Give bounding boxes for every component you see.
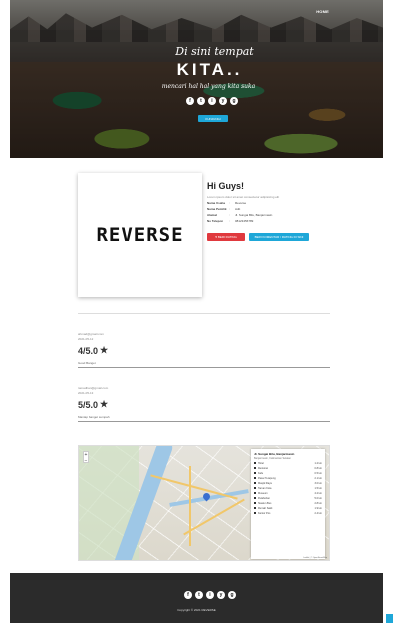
place-row[interactable]: Rumah Sakit 1.9 km <box>254 507 322 510</box>
map-road <box>189 466 191 546</box>
info-key: Nama Pemilik <box>207 207 227 211</box>
google-icon[interactable]: g <box>228 591 236 599</box>
footer: f t i y g Copyright © 2021 REVERSE <box>10 573 383 623</box>
panel-title: Jl. Sungai Bilu, Banjarmasin <box>254 452 295 456</box>
place-row[interactable]: Masjid Raya 3.0 km <box>254 482 322 485</box>
youtube-icon[interactable]: y <box>217 591 225 599</box>
rate-button[interactable]: ♥ BERI RATING <box>207 233 245 241</box>
hero-social-links: f t i y g <box>186 97 238 105</box>
info-value: Jl. Sungai Bilu, Banjarmasin <box>235 213 273 217</box>
info-key: No Telepon <box>207 219 224 223</box>
place-row[interactable]: Museum 4.2 km <box>254 492 322 495</box>
info-value: Adit <box>235 207 241 211</box>
instagram-icon[interactable]: i <box>206 591 214 599</box>
review-rating-value: 5/5.0 <box>78 399 99 410</box>
review-date: 2021-05-13 <box>78 391 94 395</box>
scroll-top-button[interactable] <box>386 614 393 623</box>
place-row[interactable]: Kantor Pos 2.4 km <box>254 512 322 515</box>
business-logo-card: REVERSE <box>78 173 202 297</box>
place-row[interactable]: Stasiun Bus 2.8 km <box>254 502 322 505</box>
place-row[interactable]: Kafe 0.5 km <box>254 472 322 475</box>
place-row[interactable]: Pelabuhan 5.0 km <box>254 497 322 500</box>
review-comment: Good Banget <box>78 361 330 368</box>
info-value: 08123456789 <box>235 219 254 223</box>
profile-actions: ♥ BERI RATING BERI KOMENTAR / RATING DI … <box>207 233 337 241</box>
twitter-icon[interactable]: t <box>195 591 203 599</box>
facebook-icon[interactable]: f <box>186 97 194 105</box>
zoom-out-button[interactable]: − <box>85 458 88 464</box>
star-icon: ★ <box>100 399 109 409</box>
review-comment: Mantap banget sumpah <box>78 415 330 422</box>
star-icon: ★ <box>100 345 109 355</box>
twitter-icon[interactable]: t <box>197 97 205 105</box>
nav-home-link[interactable]: HOME <box>316 9 329 14</box>
map-zoom-control: + − <box>83 451 89 464</box>
place-row[interactable]: Restoran 0.8 km <box>254 467 322 470</box>
review-item: ramadhan@gmail.com 2021-05-13 5/5.0 ★ Ma… <box>78 386 330 422</box>
review-rating: 4/5.0 ★ <box>78 345 330 356</box>
review-item: ahmad@gmail.com 2021-05-12 4/5.0 ★ Good … <box>78 332 330 368</box>
facebook-icon[interactable]: f <box>184 591 192 599</box>
hero-cta-button[interactable]: KUNJUNGI <box>198 115 228 122</box>
info-row: Nama Usaha : Reverse <box>207 201 337 205</box>
youtube-icon[interactable]: y <box>219 97 227 105</box>
panel-subtitle: Banjarmasin, Kalimantan Selatan <box>254 457 291 460</box>
location-map[interactable]: + − Jl. Sungai Bilu, Banjarmasin Banjarm… <box>78 445 330 561</box>
review-rating: 5/5.0 ★ <box>78 399 330 410</box>
map-places-panel: Jl. Sungai Bilu, Banjarmasin Banjarmasin… <box>251 449 325 559</box>
instagram-icon[interactable]: i <box>208 97 216 105</box>
profile-intro: Lorem ipsum dolor sit amet consectetur a… <box>207 195 280 199</box>
info-key: Alamat <box>207 213 218 217</box>
profile-heading: Hi Guys! <box>207 181 245 191</box>
google-icon[interactable]: g <box>230 97 238 105</box>
info-value: Reverse <box>235 201 247 205</box>
business-info: Hi Guys! Lorem ipsum dolor sit amet cons… <box>207 181 337 241</box>
review-date: 2021-05-12 <box>78 337 94 341</box>
section-divider <box>78 313 330 314</box>
info-key: Nama Usaha <box>207 201 226 205</box>
review-rating-value: 4/5.0 <box>78 345 99 356</box>
footer-social-links: f t i y g <box>184 591 236 599</box>
info-row: No Telepon : 08123456789 <box>207 219 337 223</box>
info-row: Nama Pemilik : Adit <box>207 207 337 211</box>
review-email: ramadhan@gmail.com <box>78 386 109 390</box>
copyright-text: Copyright © 2021 REVERSE <box>177 608 216 612</box>
hero-banner: HOME Di sini tempat KITA.. mencari hal h… <box>10 0 383 158</box>
review-email: ahmad@gmail.com <box>78 332 104 336</box>
business-logo: REVERSE <box>96 224 184 246</box>
hero-line-1: Di sini tempat <box>175 45 254 58</box>
place-row[interactable]: Pasar Terapung 2.1 km <box>254 477 322 480</box>
hero-title: KITA.. <box>176 60 243 79</box>
comment-button[interactable]: BERI KOMENTAR / RATING DI SINI <box>249 233 309 241</box>
place-row[interactable]: Taman Kota 1.5 km <box>254 487 322 490</box>
map-attribution[interactable]: Leaflet | © OpenStreetMap <box>303 557 327 559</box>
place-row[interactable]: Hotel 1.2 km <box>254 462 322 465</box>
hero-tagline: mencari hal hal yang kita suka <box>161 83 256 90</box>
info-row: Alamat : Jl. Sungai Bilu, Banjarmasin <box>207 213 337 217</box>
